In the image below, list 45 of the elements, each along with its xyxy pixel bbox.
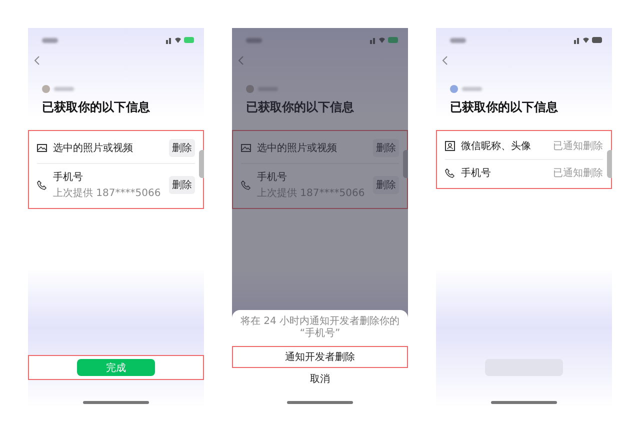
sheet-message: 将在 24 小时内通知开发者删除你的 “手机号” <box>239 316 401 340</box>
avatar <box>42 85 50 93</box>
status-text: 已通知删除 <box>553 166 603 180</box>
item-title: 手机号 <box>461 166 492 180</box>
item-title: 手机号 <box>53 170 84 184</box>
cancel-button[interactable]: 取消 <box>304 370 336 388</box>
status-icons <box>370 36 398 44</box>
page-heading: 已获取你的以下信息 <box>450 99 559 116</box>
item-title: 选中的照片或视频 <box>53 142 134 155</box>
phone-icon <box>37 180 47 190</box>
back-chevron-icon[interactable] <box>442 56 448 65</box>
delete-button[interactable]: 删除 <box>169 176 195 194</box>
avatar <box>246 85 254 93</box>
delete-button[interactable]: 删除 <box>373 176 399 194</box>
status-icons <box>574 36 602 44</box>
avatar <box>450 85 458 93</box>
phone-icon <box>241 180 251 190</box>
item-subtitle: 上次提供 187****5066 <box>53 186 162 200</box>
status-text: 已通知删除 <box>553 140 603 153</box>
image-icon <box>241 143 251 153</box>
status-time-blur <box>42 38 58 42</box>
page-heading: 已获取你的以下信息 <box>246 99 355 116</box>
back-chevron-icon[interactable] <box>34 56 40 65</box>
home-indicator <box>491 401 557 404</box>
delete-button[interactable]: 删除 <box>169 139 195 157</box>
delete-button[interactable]: 删除 <box>373 139 399 157</box>
phone-icon <box>445 168 455 178</box>
scroll-handle[interactable] <box>607 150 612 178</box>
home-indicator <box>287 401 353 404</box>
scroll-handle[interactable] <box>403 150 408 178</box>
status-time-blur <box>450 38 466 42</box>
image-icon <box>37 143 47 153</box>
item-title: 手机号 <box>257 170 288 184</box>
back-chevron-icon[interactable] <box>238 56 244 65</box>
item-title: 选中的照片或视频 <box>257 142 338 155</box>
home-indicator <box>83 401 149 404</box>
name-blur <box>462 87 482 91</box>
status-time-blur <box>246 38 262 42</box>
status-icons <box>166 36 194 44</box>
scroll-handle[interactable] <box>199 150 204 178</box>
page-heading: 已获取你的以下信息 <box>42 99 151 116</box>
name-blur <box>54 87 74 91</box>
contact-card-icon <box>445 141 455 151</box>
notify-delete-button[interactable]: 通知开发者删除 <box>232 346 408 368</box>
item-title: 微信昵称、头像 <box>461 140 532 153</box>
